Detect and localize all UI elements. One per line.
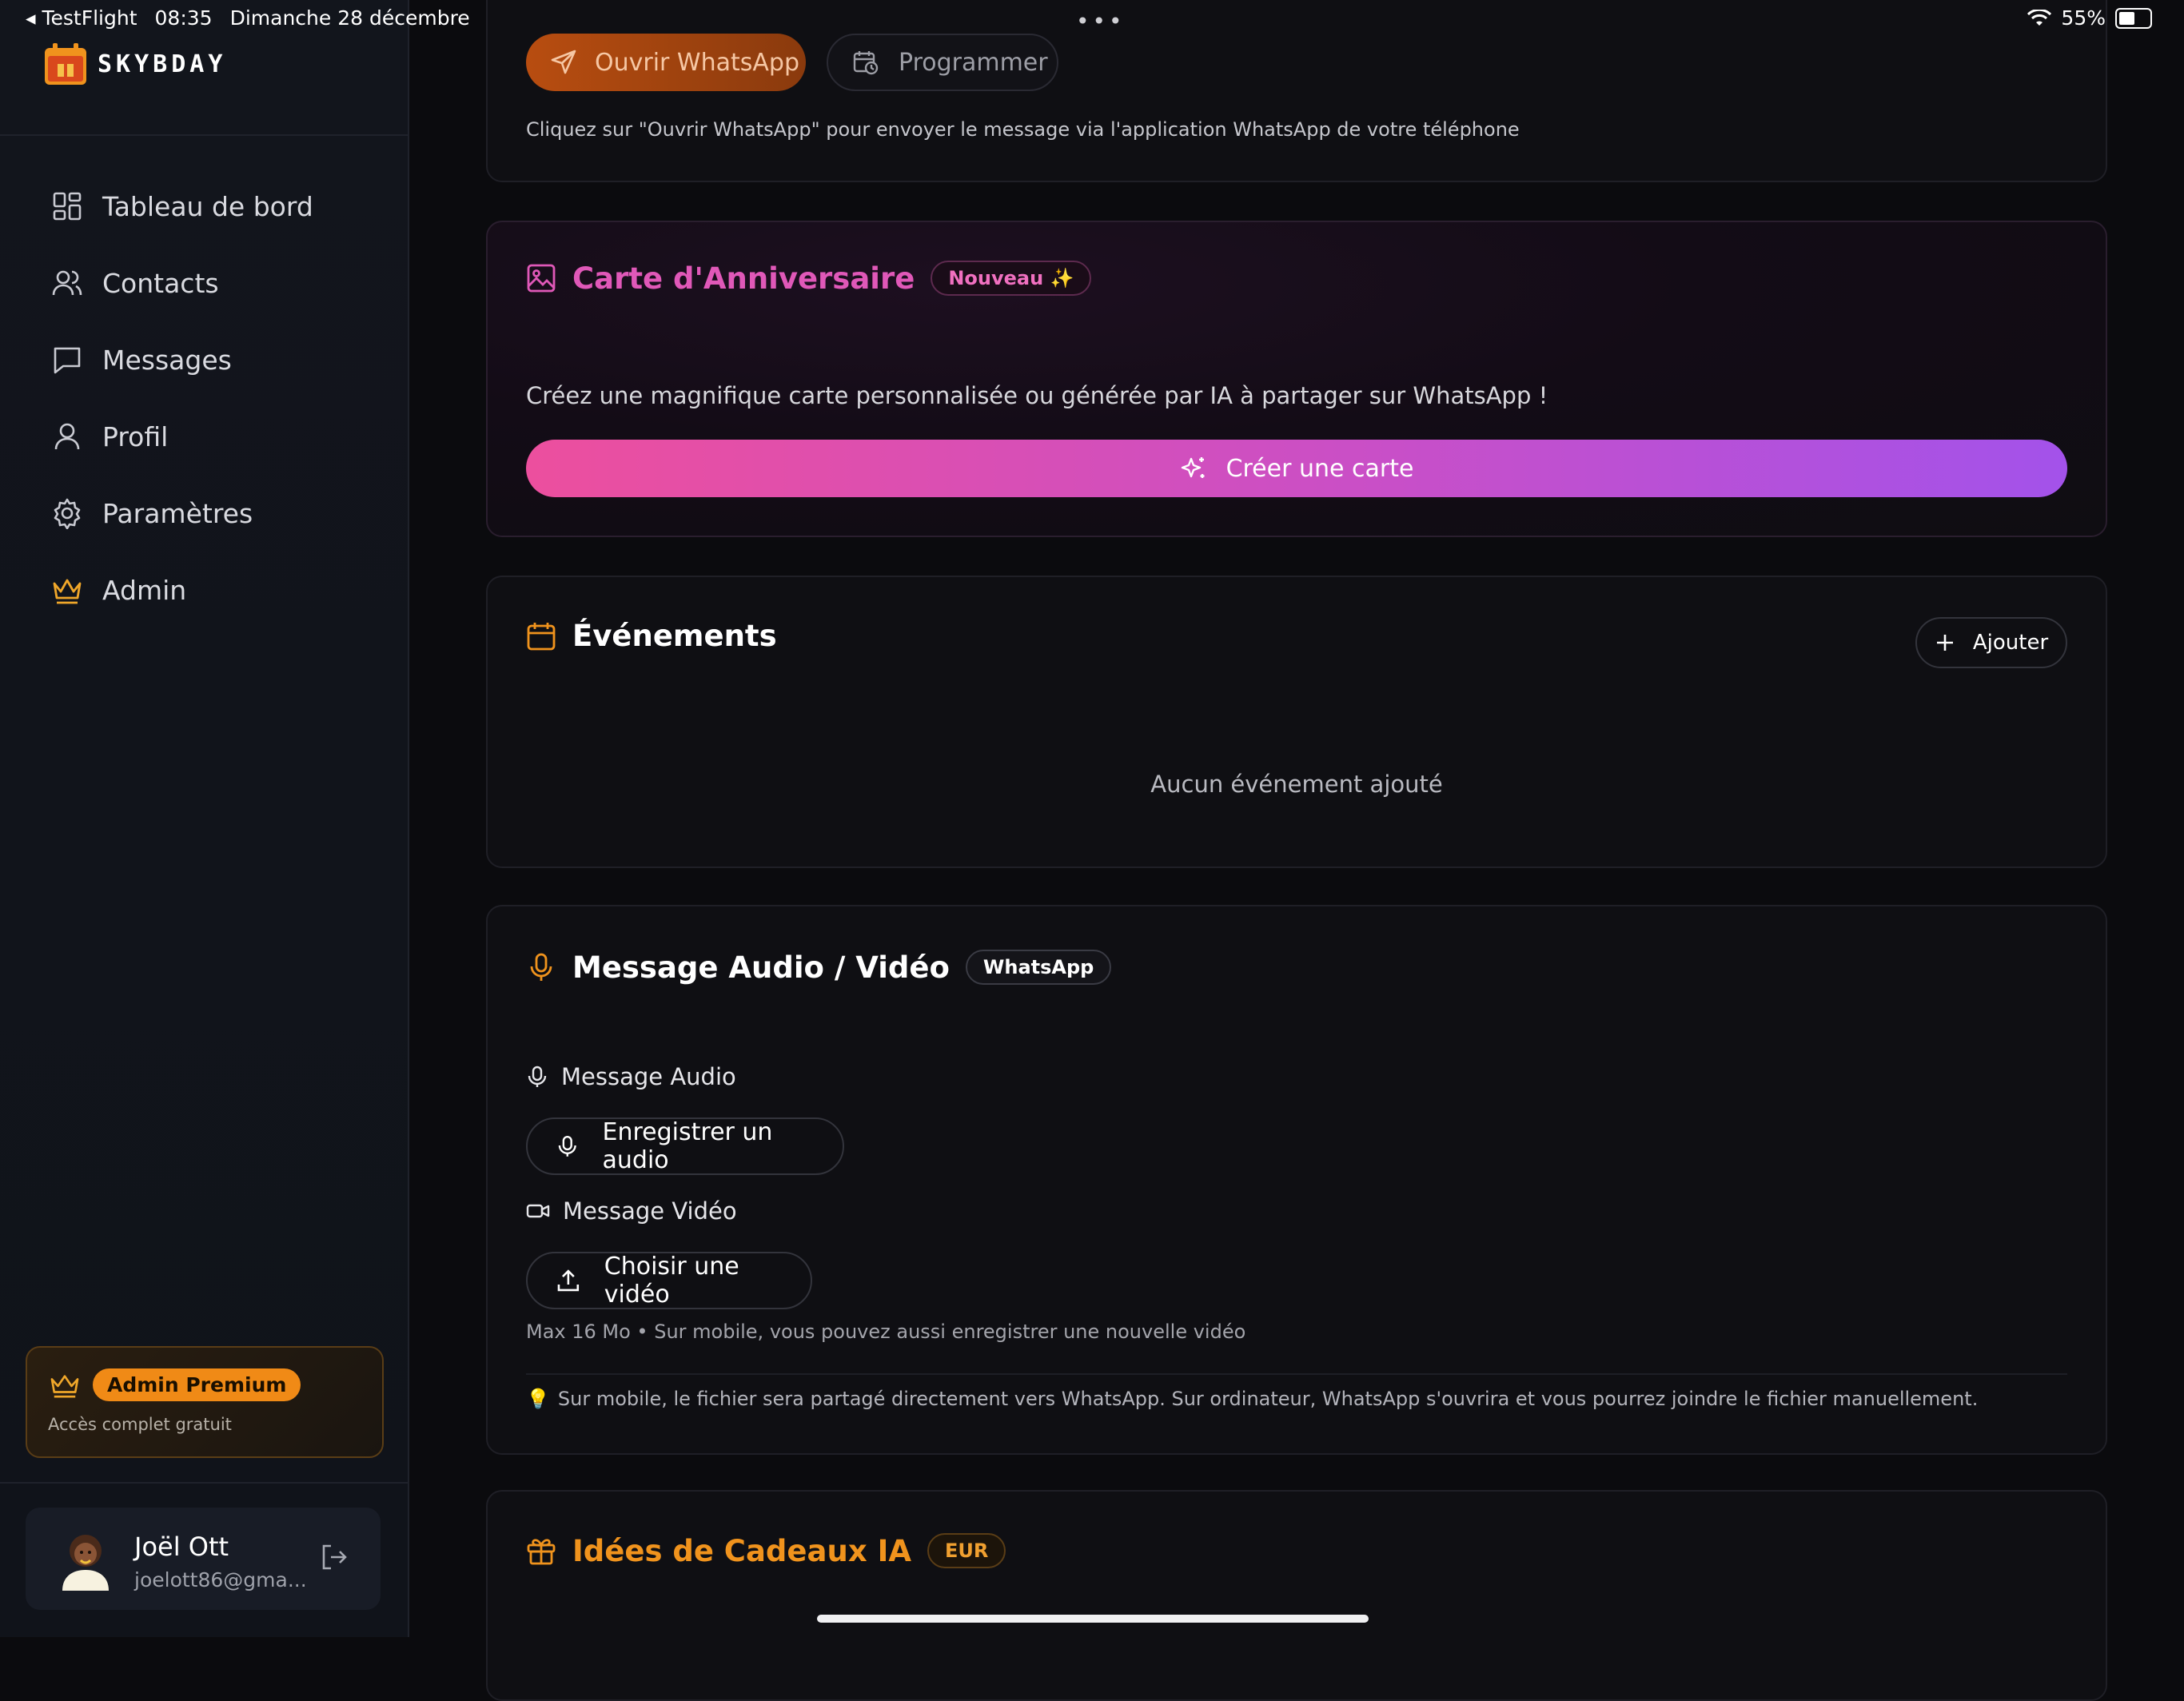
multitasking-dots[interactable]: ••• — [1076, 8, 1126, 34]
birthday-card-header: Carte d'Anniversaire Nouveau ✨ — [526, 261, 1092, 296]
new-badge: Nouveau ✨ — [931, 261, 1092, 296]
gift-ideas-card: Idées de Cadeaux IA EUR — [486, 1490, 2107, 1701]
record-audio-label: Enregistrer un audio — [602, 1118, 773, 1174]
sidebar: SKYBDAY Tableau de bord Contacts Message… — [0, 0, 409, 1637]
sidebar-divider — [0, 134, 408, 136]
events-empty-state: Aucun événement ajouté — [1150, 771, 1443, 798]
app-logo[interactable]: SKYBDAY — [42, 40, 226, 88]
battery-icon — [2115, 7, 2152, 29]
main-content: Ouvrir WhatsApp Programmer Cliquez sur "… — [408, 0, 2184, 1701]
sidebar-item-profile[interactable]: Profil — [0, 398, 408, 475]
calendar-clock-icon — [853, 51, 879, 75]
sparkles-icon — [1181, 457, 1205, 478]
sidebar-item-admin[interactable]: Admin — [0, 552, 408, 628]
sidebar-divider — [0, 1482, 408, 1484]
sidebar-item-label: Messages — [102, 344, 232, 376]
calendar-icon — [527, 622, 556, 650]
audio-label: Message Audio — [561, 1063, 736, 1090]
back-app-label: TestFlight — [42, 6, 137, 30]
video-section-label: Message Vidéo — [526, 1197, 737, 1225]
whatsapp-badge: WhatsApp — [965, 950, 1112, 985]
card-divider — [526, 1373, 2067, 1375]
audio-video-card: Message Audio / Vidéo WhatsApp Message A… — [486, 905, 2107, 1455]
user-card[interactable]: Joël Ott joelott86@gma... — [26, 1508, 381, 1610]
sidebar-item-label: Profil — [102, 420, 169, 452]
birthday-card-section: Carte d'Anniversaire Nouveau ✨ Créez une… — [486, 221, 2107, 537]
logo-text: SKYBDAY — [98, 50, 227, 78]
open-whatsapp-label: Ouvrir WhatsApp — [595, 48, 799, 77]
gift-icon — [527, 1539, 556, 1565]
sharing-tip-text: Sur mobile, le fichier sera partagé dire… — [557, 1388, 1979, 1410]
microphone-icon — [528, 1066, 547, 1087]
microphone-icon — [530, 953, 552, 981]
audio-video-header: Message Audio / Vidéo WhatsApp — [526, 950, 1112, 985]
events-title: Événements — [572, 619, 777, 653]
user-name: Joël Ott — [134, 1532, 229, 1562]
create-card-button[interactable]: Créer une carte — [526, 440, 2067, 497]
crown-icon — [53, 579, 82, 604]
send-icon — [551, 50, 576, 74]
open-whatsapp-button[interactable]: Ouvrir WhatsApp — [526, 34, 806, 91]
events-card: Événements Ajouter Aucun événement ajout… — [486, 576, 2107, 868]
add-event-button[interactable]: Ajouter — [1915, 617, 2067, 668]
premium-subtitle: Accès complet gratuit — [48, 1415, 232, 1434]
sidebar-item-label: Admin — [102, 574, 187, 606]
sidebar-nav: Tableau de bord Contacts Messages Profil — [0, 168, 408, 628]
message-icon — [54, 347, 81, 374]
status-time: 08:35 — [154, 6, 213, 30]
schedule-button[interactable]: Programmer — [827, 34, 1058, 91]
schedule-label: Programmer — [899, 48, 1048, 77]
sidebar-item-settings[interactable]: Paramètres — [0, 475, 408, 552]
premium-badge: Admin Premium — [93, 1368, 301, 1401]
status-bar: ◂ TestFlight 08:35 Dimanche 28 décembre … — [0, 0, 2184, 38]
wifi-icon — [2027, 9, 2052, 26]
image-icon — [527, 264, 556, 293]
sidebar-item-messages[interactable]: Messages — [0, 321, 408, 398]
home-indicator[interactable] — [817, 1615, 1369, 1623]
video-limits: Max 16 Mo • Sur mobile, vous pouvez auss… — [526, 1321, 1246, 1343]
status-date: Dimanche 28 décembre — [229, 6, 470, 30]
video-label: Message Vidéo — [563, 1197, 737, 1225]
birthday-card-description: Créez une magnifique carte personnalisée… — [526, 382, 1548, 409]
sidebar-item-contacts[interactable]: Contacts — [0, 245, 408, 321]
user-icon — [54, 423, 80, 450]
calendar-gift-logo-icon — [45, 43, 86, 85]
gear-icon — [54, 498, 81, 529]
gift-ideas-title: Idées de Cadeaux IA — [572, 1533, 911, 1568]
logout-icon[interactable] — [318, 1541, 350, 1573]
users-icon — [52, 270, 82, 296]
premium-status-card: Admin Premium Accès complet gratuit — [26, 1346, 384, 1458]
currency-badge: EUR — [927, 1533, 1006, 1568]
birthday-card-title: Carte d'Anniversaire — [572, 261, 915, 296]
user-email: joelott86@gma... — [134, 1568, 307, 1591]
avatar — [62, 1535, 109, 1591]
events-header: Événements — [526, 619, 777, 653]
sidebar-item-label: Paramètres — [102, 497, 253, 529]
record-audio-button[interactable]: Enregistrer un audio — [526, 1117, 844, 1175]
battery-percent: 55% — [2061, 6, 2106, 30]
sidebar-item-label: Contacts — [102, 267, 219, 299]
create-card-label: Créer une carte — [1226, 454, 1414, 483]
dashboard-icon — [53, 192, 82, 221]
lightbulb-icon: 💡 — [526, 1388, 550, 1410]
upload-icon — [557, 1269, 580, 1292]
microphone-icon — [558, 1136, 576, 1157]
plus-icon — [1936, 635, 1953, 651]
sharing-tip: 💡 Sur mobile, le fichier sera partagé di… — [526, 1388, 1978, 1410]
choose-video-label: Choisir une vidéo — [604, 1253, 739, 1309]
audio-section-label: Message Audio — [526, 1063, 736, 1090]
whatsapp-hint: Cliquez sur "Ouvrir WhatsApp" pour envoy… — [526, 118, 1520, 141]
sidebar-item-label: Tableau de bord — [102, 190, 313, 222]
audio-video-title: Message Audio / Vidéo — [572, 950, 950, 985]
back-to-app[interactable]: ◂ TestFlight — [26, 6, 137, 30]
sidebar-item-dashboard[interactable]: Tableau de bord — [0, 168, 408, 245]
gift-ideas-header: Idées de Cadeaux IA EUR — [526, 1533, 1006, 1568]
crown-icon — [50, 1374, 79, 1397]
video-camera-icon — [526, 1204, 550, 1218]
choose-video-button[interactable]: Choisir une vidéo — [526, 1252, 812, 1309]
add-event-label: Ajouter — [1972, 631, 2049, 655]
